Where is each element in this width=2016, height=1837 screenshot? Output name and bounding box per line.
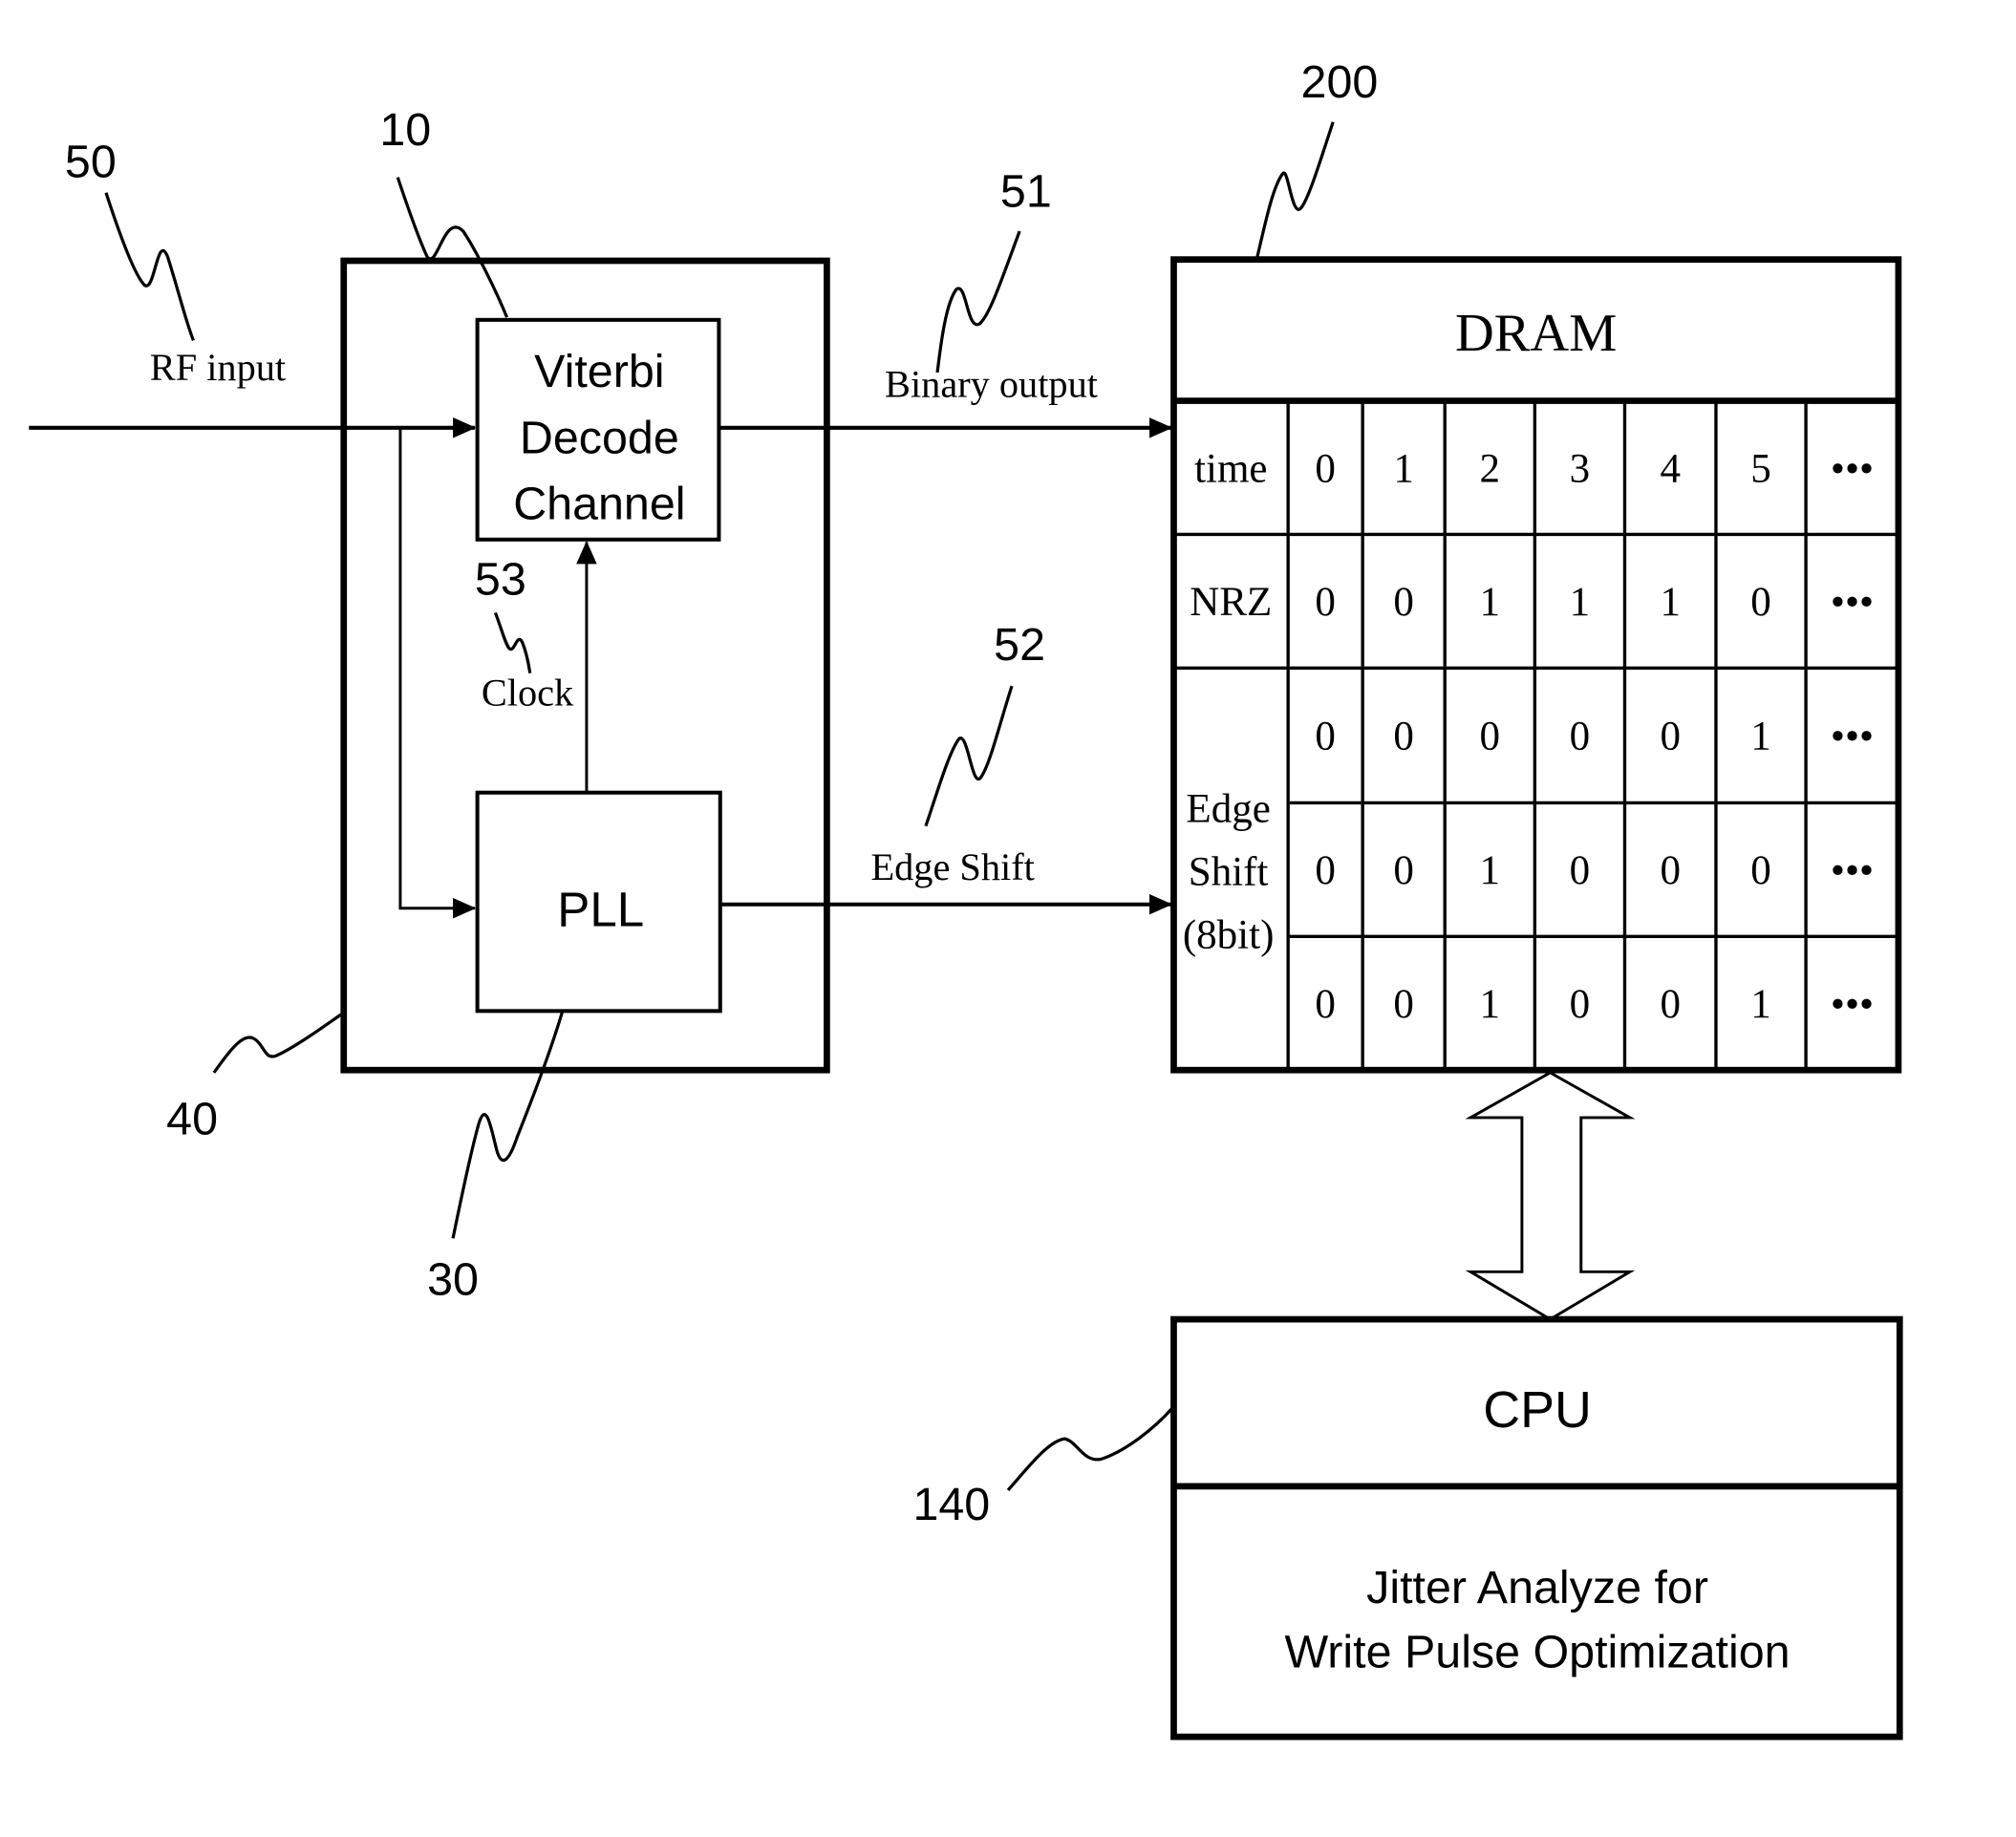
- edge-shift-cell: 0: [1393, 848, 1414, 893]
- time-cell: 4: [1660, 446, 1681, 491]
- edge-shift-cell: 0: [1570, 982, 1591, 1027]
- ref-200: 200: [1301, 56, 1379, 108]
- edge-shift-cell: 0: [1393, 715, 1414, 759]
- edge-shift-cell: •••: [1831, 982, 1874, 1027]
- leader-140: [1006, 1406, 1174, 1491]
- cpu-label: CPU: [1483, 1381, 1592, 1439]
- nrz-row-label: NRZ: [1190, 580, 1272, 625]
- edge-shift-cell: 0: [1315, 715, 1336, 759]
- dram-label: DRAM: [1455, 304, 1617, 363]
- edge-shift-cell: 1: [1480, 848, 1501, 893]
- edge-shift-cell: •••: [1831, 848, 1874, 893]
- nrz-cell: 0: [1750, 580, 1771, 625]
- edge-shift-cell: 0: [1393, 982, 1414, 1027]
- edge-shift-cell: 1: [1750, 715, 1771, 759]
- rf-to-pll-line: [398, 427, 477, 919]
- edge-shift-cell: 0: [1570, 848, 1591, 893]
- edge-shift-cell: 0: [1660, 715, 1681, 759]
- ref-140: 140: [912, 1479, 990, 1530]
- time-row-label: time: [1194, 446, 1267, 491]
- leader-200: [1255, 121, 1335, 258]
- edge-shift-row-label: Edge: [1186, 787, 1270, 832]
- edge-shift-label: Edge Shift: [870, 845, 1034, 888]
- bidirectional-bus-arrow: [1465, 1071, 1636, 1321]
- leader-51: [935, 230, 1021, 374]
- edge-shift-cell: 0: [1750, 848, 1771, 893]
- leader-40: [212, 1012, 344, 1074]
- cpu-block: CPU Jitter Analyze for Write Pulse Optim…: [1170, 1315, 1903, 1741]
- ref-30: 30: [427, 1254, 479, 1306]
- edge-shift-cell: 1: [1480, 982, 1501, 1027]
- cpu-function-line1: Jitter Analyze for: [1366, 1562, 1708, 1613]
- leader-50: [104, 192, 195, 341]
- ref-10: 10: [379, 104, 431, 156]
- rf-input-label: RF input: [150, 346, 286, 389]
- viterbi-label-line3: Channel: [513, 478, 685, 529]
- time-cell: 1: [1393, 446, 1414, 491]
- dram-block: DRAM time NRZ Edge Shift (8bit) 0 1 2 3 4 5 ••• 0 0 1 1…: [1170, 256, 1902, 1074]
- ref-40: 40: [166, 1093, 218, 1144]
- ref-52: 52: [994, 619, 1045, 671]
- edge-shift-cell: 0: [1315, 848, 1336, 893]
- viterbi-label-line1: Viterbi: [534, 346, 664, 397]
- cpu-function-line2: Write Pulse Optimization: [1285, 1626, 1791, 1677]
- leader-10: [396, 177, 509, 318]
- nrz-cell: •••: [1831, 580, 1874, 625]
- nrz-cell: 1: [1480, 580, 1501, 625]
- edge-shift-cell: 0: [1315, 982, 1336, 1027]
- edge-shift-cell: •••: [1831, 715, 1874, 759]
- time-cell: 5: [1750, 446, 1771, 491]
- viterbi-label-line2: Decode: [520, 413, 679, 464]
- leader-30: [451, 1012, 564, 1239]
- leader-52: [924, 685, 1014, 827]
- time-cell: 2: [1480, 446, 1501, 491]
- edge-shift-row-label: Shift: [1189, 850, 1269, 895]
- nrz-cell: 1: [1660, 580, 1681, 625]
- dram-table: time NRZ Edge Shift (8bit) 0 1 2 3 4 5 ••• 0 0 1 1 1 0 •••…: [1173, 400, 1898, 1071]
- nrz-cell: 0: [1315, 580, 1336, 625]
- edge-shift-cell: 0: [1660, 848, 1681, 893]
- edge-shift-cell: 0: [1480, 715, 1501, 759]
- ref-53: 53: [475, 554, 526, 606]
- pll-label: PLL: [557, 883, 644, 937]
- nrz-cell: 1: [1570, 580, 1591, 625]
- binary-output-label: Binary output: [885, 363, 1098, 406]
- edge-shift-cell: 1: [1750, 982, 1771, 1027]
- leader-53: [493, 611, 532, 673]
- time-cell: •••: [1831, 446, 1874, 491]
- ref-51: 51: [1000, 166, 1052, 218]
- edge-shift-cell: 0: [1570, 715, 1591, 759]
- edge-shift-row-label: (8bit): [1183, 912, 1275, 957]
- block-diagram: Viterbi Decode Channel PLL RF input Bina…: [29, 56, 1903, 1741]
- time-cell: 3: [1570, 446, 1591, 491]
- nrz-cell: 0: [1393, 580, 1414, 625]
- ref-50: 50: [65, 137, 117, 188]
- clock-label: Clock: [482, 671, 574, 714]
- edge-shift-cell: 0: [1660, 982, 1681, 1027]
- time-cell: 0: [1315, 446, 1336, 491]
